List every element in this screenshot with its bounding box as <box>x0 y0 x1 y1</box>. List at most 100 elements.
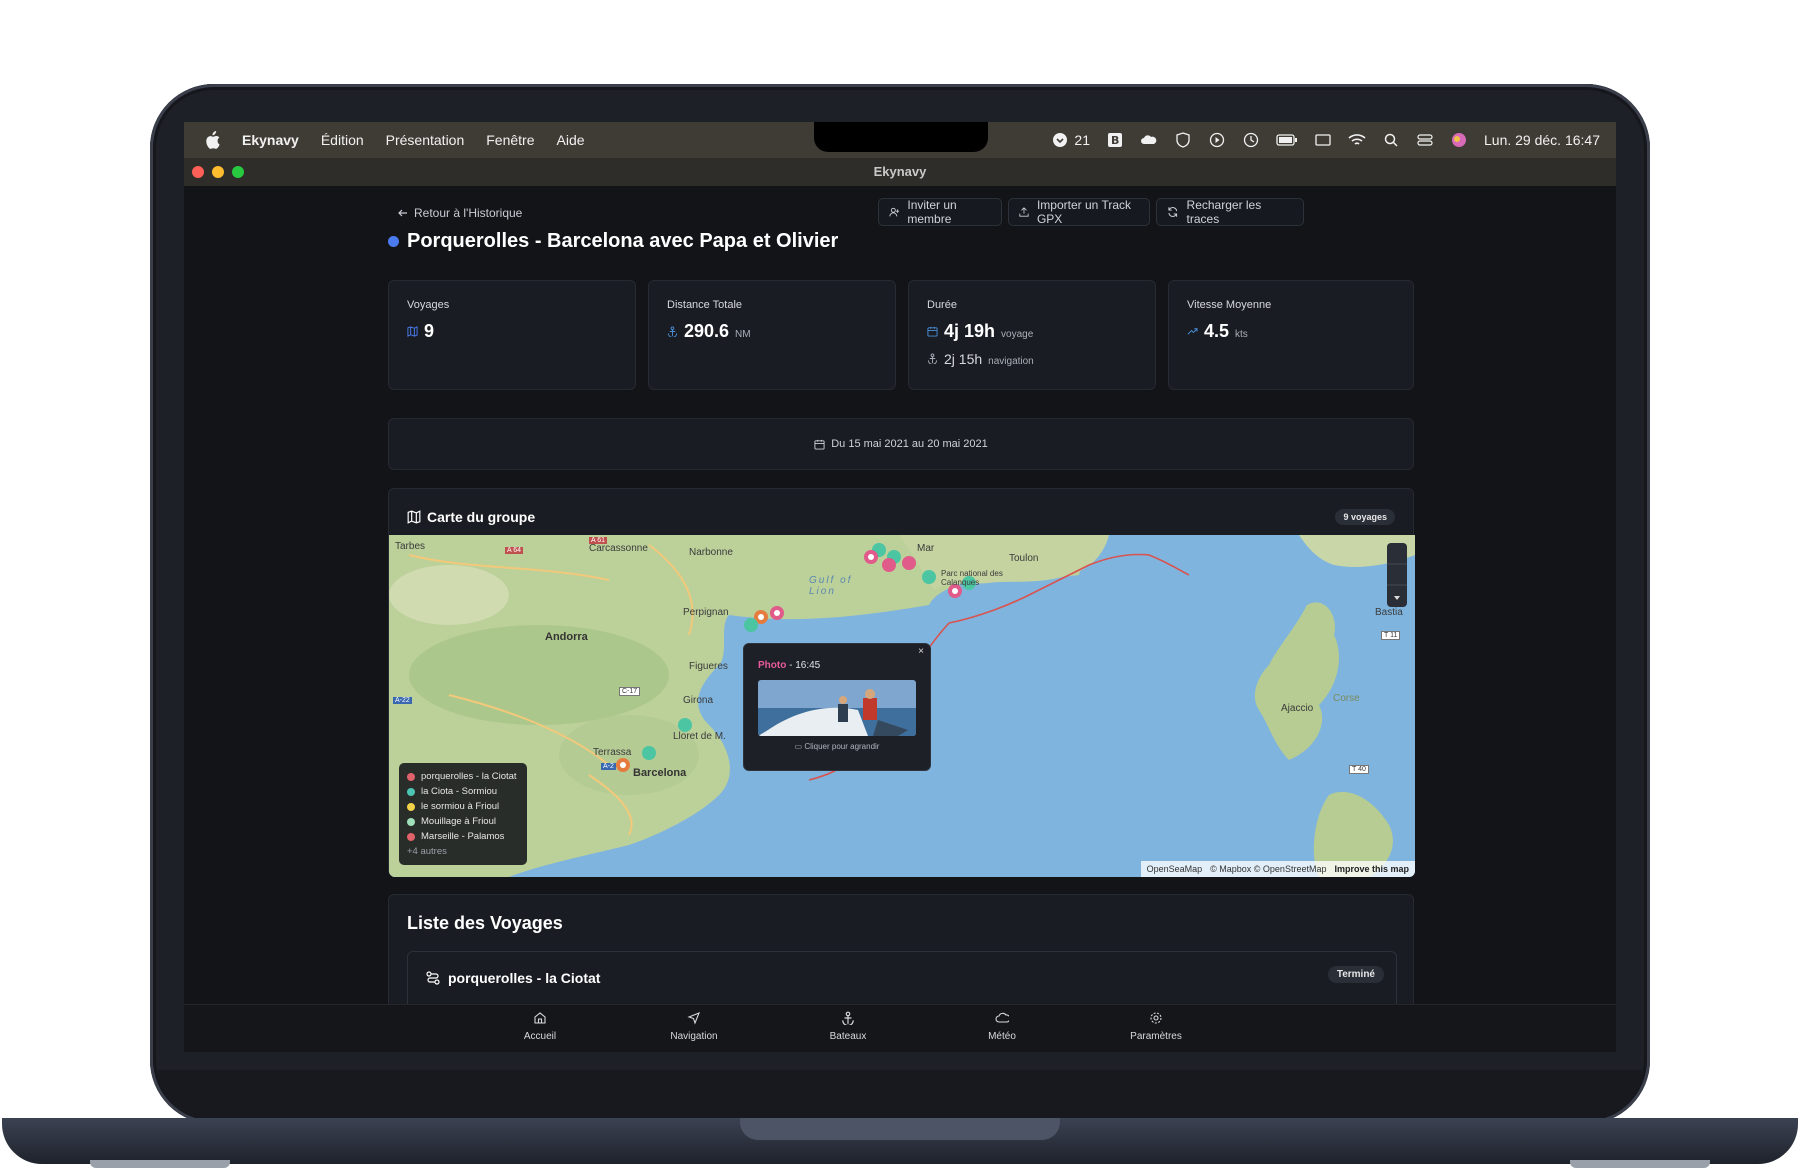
legend-item[interactable]: Marseille - Palamos <box>407 829 519 844</box>
apple-icon[interactable] <box>204 131 220 149</box>
legend-swatch <box>407 832 415 841</box>
tab-label: Navigation <box>670 1031 718 1042</box>
calendar-icon <box>814 439 825 450</box>
legend-label: le sormiou à Frioul <box>421 801 500 812</box>
map-marker[interactable] <box>770 606 784 620</box>
attribution-mapbox[interactable]: © Mapbox © OpenStreetMap <box>1210 864 1326 874</box>
battery-icon[interactable] <box>1276 132 1298 148</box>
zoom-window-button[interactable] <box>232 166 244 178</box>
user-plus-icon <box>889 207 900 217</box>
reload-traces-button[interactable]: Recharger les traces <box>1156 198 1304 226</box>
popup-header: Photo - 16:45 <box>758 660 820 671</box>
stat-card-duration: Durée 4j 19h voyage 2j 15h navigation <box>908 280 1156 390</box>
tab-label: Bateaux <box>829 1031 867 1042</box>
menu-edition[interactable]: Édition <box>321 132 364 148</box>
navigation-arrow-icon <box>687 1012 700 1025</box>
map-zoom-controls[interactable] <box>1387 543 1407 607</box>
tab-label: Météo <box>988 1031 1016 1042</box>
map-marker[interactable] <box>642 746 656 760</box>
shield-icon[interactable] <box>1174 132 1192 148</box>
home-icon <box>534 1012 546 1024</box>
arrow-left-icon <box>398 209 407 217</box>
map-label-girona: Girona <box>683 695 714 706</box>
tab-navigation[interactable]: Navigation <box>634 1011 754 1042</box>
road-label-a64: A 64 <box>505 547 524 554</box>
map-label-narbonne: Narbonne <box>689 547 733 558</box>
menu-presentation[interactable]: Présentation <box>386 132 465 148</box>
map-marker[interactable] <box>902 556 916 570</box>
map-icon <box>407 510 421 524</box>
photo-popup[interactable]: × Photo - 16:45 ▭ Cliquer pour agrandir <box>743 643 931 771</box>
stat-navigation-value: 2j 15h navigation <box>927 351 1034 367</box>
road-label-a22: A-22 <box>393 697 412 704</box>
navigation-value: 2j 15h <box>944 351 983 367</box>
back-label: Retour à l'Historique <box>414 206 523 220</box>
upload-icon <box>1019 207 1029 217</box>
legend-item[interactable]: la Ciota - Sormiou <box>407 784 519 799</box>
bottom-tab-bar: Accueil Navigation Bateaux Météo Paramèt… <box>184 1004 1616 1052</box>
tab-meteo[interactable]: Météo <box>942 1011 1062 1042</box>
menu-fenetre[interactable]: Fenêtre <box>486 132 534 148</box>
stat-voyages-label: Voyages <box>407 299 450 311</box>
map-label-corse: Corse <box>1333 693 1360 704</box>
group-color-dot <box>388 236 399 247</box>
legend-more[interactable]: +4 autres <box>407 844 519 859</box>
map-label-marseille: Mar <box>917 543 935 554</box>
road-label-c17: C-17 <box>619 687 641 696</box>
popup-photo[interactable] <box>758 680 916 736</box>
search-icon[interactable] <box>1382 132 1400 148</box>
clock-datetime[interactable]: Lun. 29 déc. 16:47 <box>1484 132 1600 148</box>
siri-icon[interactable] <box>1450 132 1468 148</box>
cloud-icon[interactable] <box>1140 132 1158 148</box>
map-marker[interactable] <box>616 758 630 772</box>
popup-hint-text: Cliquer pour agrandir <box>804 742 880 751</box>
display-icon[interactable] <box>1314 132 1332 148</box>
map-label-gulf: Gulf of Lion <box>809 575 853 597</box>
tab-accueil[interactable]: Accueil <box>480 1011 600 1042</box>
invite-label: Inviter un membre <box>907 198 957 226</box>
map-view[interactable]: Tarbes Carcassonne Narbonne Perpignan An… <box>389 535 1415 877</box>
legend-item[interactable]: porquerolles - la Ciotat <box>407 769 519 784</box>
clock-icon[interactable] <box>1242 132 1260 148</box>
map-marker[interactable] <box>882 558 896 572</box>
map-marker[interactable] <box>678 718 692 732</box>
voyages-count-badge: 9 voyages <box>1335 509 1395 525</box>
page-toolbar: Retour à l'Historique Inviter un membre … <box>388 198 1414 228</box>
tab-parametres[interactable]: Paramètres <box>1096 1011 1216 1042</box>
menu-aide[interactable]: Aide <box>557 132 585 148</box>
tab-bateaux[interactable]: Bateaux <box>788 1011 908 1042</box>
minimize-window-button[interactable] <box>212 166 224 178</box>
stat-card-distance: Distance Totale 290.6 NM <box>648 280 896 390</box>
cloud-icon <box>995 1012 1009 1023</box>
legend-item[interactable]: Mouillage à Frioul <box>407 814 519 829</box>
heart-badge[interactable]: 21 <box>1051 132 1090 148</box>
control-center-icon[interactable] <box>1416 132 1434 148</box>
wifi-icon[interactable] <box>1348 132 1366 148</box>
trip-name-text: porquerolles - la Ciotat <box>448 970 601 986</box>
calendar-icon <box>927 326 938 337</box>
attribution-improve[interactable]: Improve this map <box>1334 864 1409 874</box>
back-to-history-link[interactable]: Retour à l'Historique <box>398 206 522 220</box>
map-label-calanques: Parc national des Calanques <box>941 569 1003 587</box>
route-icon <box>426 971 440 985</box>
attribution-osm[interactable]: OpenSeaMap <box>1147 864 1203 874</box>
stat-card-speed: Vitesse Moyenne 4.5 kts <box>1168 280 1414 390</box>
play-circle-icon[interactable] <box>1208 132 1226 148</box>
legend-item[interactable]: le sormiou à Frioul <box>407 799 519 814</box>
map-icon <box>407 326 418 337</box>
popup-close-button[interactable]: × <box>918 646 924 657</box>
map-label-tarbes: Tarbes <box>395 541 426 552</box>
map-marker[interactable] <box>864 550 878 564</box>
road-label-t11: T 11 <box>1381 631 1401 640</box>
map-marker[interactable] <box>922 570 936 584</box>
menu-app-name[interactable]: Ekynavy <box>242 132 299 148</box>
close-window-button[interactable] <box>192 166 204 178</box>
import-gpx-button[interactable]: Importer un Track GPX <box>1008 198 1150 226</box>
road-label-a61: A 61 <box>589 537 608 544</box>
bold-b-icon[interactable]: B <box>1106 132 1124 148</box>
gear-icon <box>1150 1012 1162 1024</box>
map-marker[interactable] <box>744 618 758 632</box>
legend-swatch <box>407 772 415 781</box>
menubar-status-area: 21 B Lun. 29 déc. 16:47 <box>1051 122 1600 158</box>
invite-member-button[interactable]: Inviter un membre <box>878 198 1002 226</box>
